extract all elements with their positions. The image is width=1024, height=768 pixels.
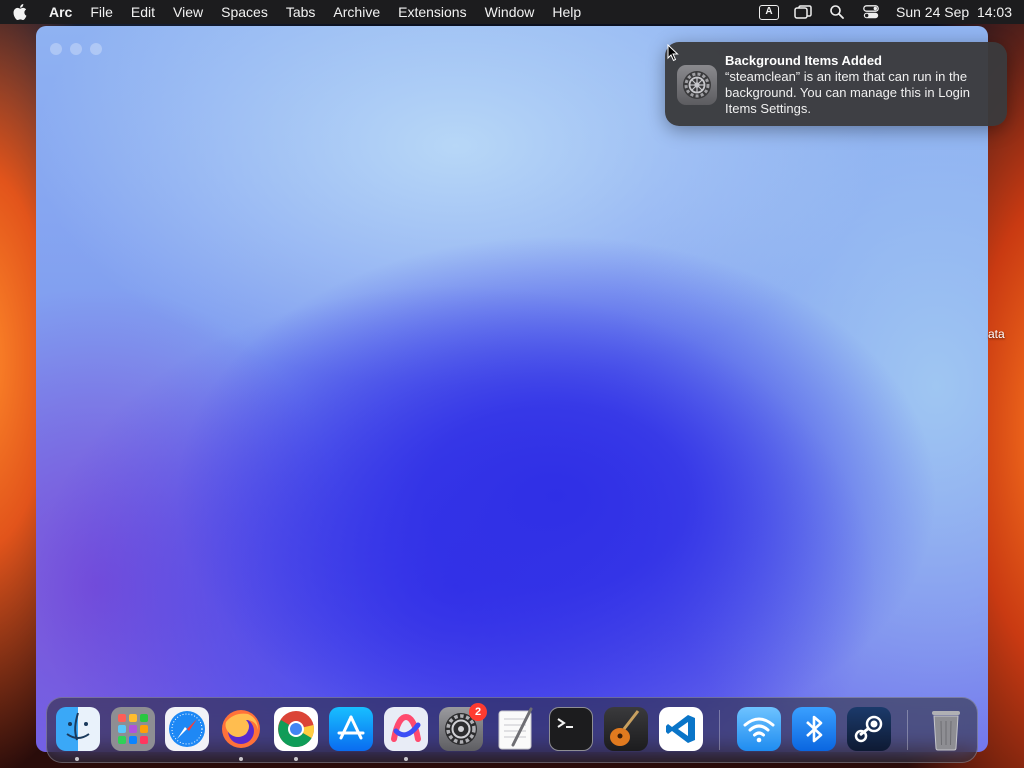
app-menu-arc[interactable]: Arc xyxy=(40,0,81,24)
dock: 2 xyxy=(46,697,978,763)
notification-body: “steamclean” is an item that can run in … xyxy=(725,69,971,116)
spotlight-menu[interactable] xyxy=(820,0,854,24)
menu-bar: Arc File Edit View Spaces Tabs Archive E… xyxy=(0,0,1024,24)
system-settings-badge: 2 xyxy=(469,703,487,721)
screen-mirroring-menu[interactable] xyxy=(786,0,820,24)
clock-time: 14:03 xyxy=(976,4,1012,20)
firefox-icon[interactable] xyxy=(219,707,263,751)
input-source-icon: A xyxy=(759,4,779,20)
control-center-menu[interactable] xyxy=(854,0,888,24)
menu-edit[interactable]: Edit xyxy=(122,0,164,24)
apple-menu[interactable] xyxy=(0,0,40,24)
screen-mirroring-icon xyxy=(794,5,812,19)
finder-icon[interactable] xyxy=(56,707,100,751)
status-menus: A Sun 24 Sep 14:03 xyxy=(752,0,1024,24)
finder-running-indicator xyxy=(75,757,79,761)
app-store-icon[interactable] xyxy=(329,707,373,751)
steam-icon[interactable] xyxy=(847,707,891,751)
menu-tabs[interactable]: Tabs xyxy=(277,0,325,24)
menu-window[interactable]: Window xyxy=(476,0,544,24)
dock-separator-trash xyxy=(907,710,908,750)
garageband-icon[interactable] xyxy=(604,707,648,751)
bluetooth-icon[interactable] xyxy=(792,707,836,751)
background-items-notification[interactable]: Background Items Added “steamclean” is a… xyxy=(665,42,1007,126)
wifi-icon[interactable] xyxy=(737,707,781,751)
arc-browser-window[interactable] xyxy=(36,26,988,752)
menu-archive[interactable]: Archive xyxy=(324,0,389,24)
zoom-window-button[interactable] xyxy=(90,43,102,55)
arc-running-indicator xyxy=(404,757,408,761)
textedit-icon[interactable] xyxy=(494,707,538,751)
chrome-icon[interactable] xyxy=(274,707,318,751)
window-controls xyxy=(50,43,102,55)
control-center-icon xyxy=(863,5,879,19)
menu-view[interactable]: View xyxy=(164,0,212,24)
close-window-button[interactable] xyxy=(50,43,62,55)
notification-content: Background Items Added “steamclean” is a… xyxy=(725,53,995,117)
mouse-pointer-icon xyxy=(667,44,679,62)
menu-file[interactable]: File xyxy=(81,0,122,24)
menu-help[interactable]: Help xyxy=(543,0,590,24)
input-source-menu[interactable]: A xyxy=(752,0,786,24)
clock-date: Sun 24 Sep xyxy=(896,4,970,20)
notification-title: Background Items Added xyxy=(725,53,882,68)
desktop-item-label[interactable]: ata xyxy=(988,327,1005,341)
terminal-icon[interactable] xyxy=(549,707,593,751)
dock-separator xyxy=(719,710,720,750)
firefox-running-indicator xyxy=(239,757,243,761)
trash-icon[interactable] xyxy=(924,707,968,751)
arc-browser-icon[interactable] xyxy=(384,707,428,751)
minimize-window-button[interactable] xyxy=(70,43,82,55)
safari-icon[interactable] xyxy=(165,707,209,751)
chrome-running-indicator xyxy=(294,757,298,761)
system-settings-icon[interactable]: 2 xyxy=(439,703,487,751)
launchpad-icon[interactable] xyxy=(111,707,155,751)
system-settings-gear-icon xyxy=(677,65,717,105)
menu-extensions[interactable]: Extensions xyxy=(389,0,475,24)
menu-bar-clock[interactable]: Sun 24 Sep 14:03 xyxy=(888,4,1012,20)
apple-logo-icon xyxy=(13,4,27,20)
menu-spaces[interactable]: Spaces xyxy=(212,0,277,24)
spotlight-search-icon xyxy=(830,5,844,19)
vscode-icon[interactable] xyxy=(659,707,703,751)
